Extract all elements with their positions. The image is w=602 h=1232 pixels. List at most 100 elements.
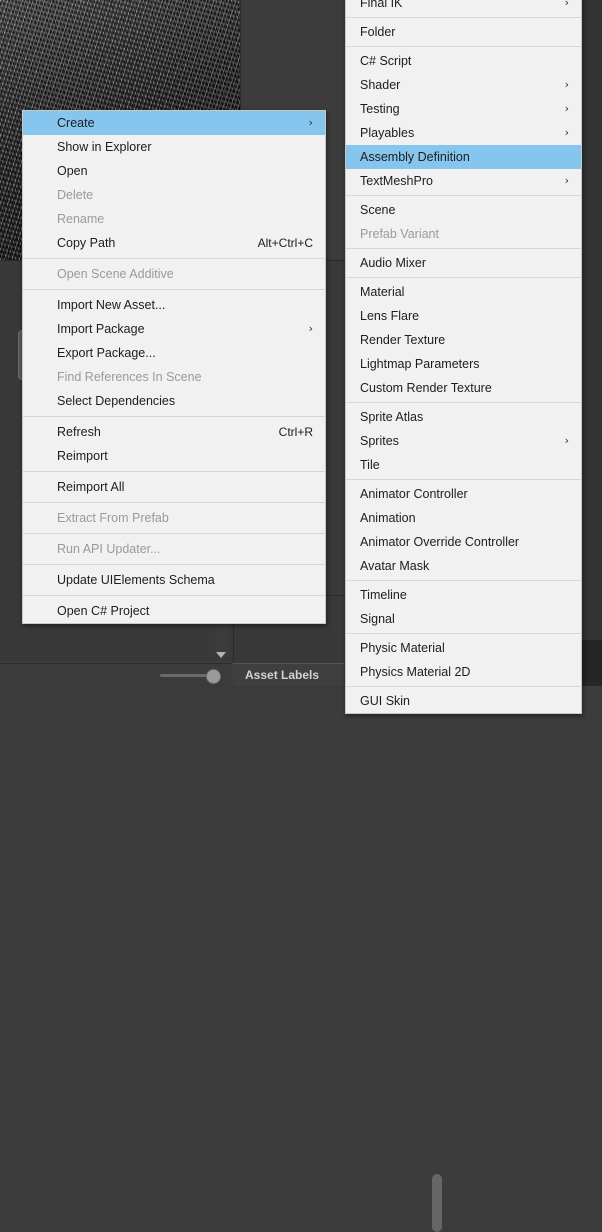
menu-item-extract-from-prefab: Extract From Prefab: [23, 506, 325, 530]
menu-item-label: Select Dependencies: [57, 394, 176, 408]
menu-separator: [346, 686, 581, 687]
menu-item-label: Shader: [360, 78, 401, 92]
create-item-folder[interactable]: Folder: [346, 20, 581, 44]
menu-item-import-package[interactable]: Import Package ›: [23, 317, 325, 341]
create-item-textmeshpro[interactable]: TextMeshPro ›: [346, 169, 581, 193]
create-item-sprites[interactable]: Sprites ›: [346, 429, 581, 453]
menu-item-label: Reimport: [57, 449, 108, 463]
menu-separator: [346, 17, 581, 18]
menu-separator: [23, 533, 325, 534]
menu-item-copy-path[interactable]: Copy Path Alt+Ctrl+C: [23, 231, 325, 255]
create-item-animator-override-controller[interactable]: Animator Override Controller: [346, 530, 581, 554]
menu-item-open-c-project[interactable]: Open C# Project: [23, 599, 325, 623]
menu-item-reimport-all[interactable]: Reimport All: [23, 475, 325, 499]
menu-separator: [23, 416, 325, 417]
menu-item-label: Extract From Prefab: [57, 511, 169, 525]
menu-item-find-references-in-scene: Find References In Scene: [23, 365, 325, 389]
menu-item-shortcut: Ctrl+R: [278, 425, 313, 439]
create-submenu[interactable]: Final IK › Folder C# Script Shader › Testing › P…: [345, 0, 582, 714]
menu-item-label: Physics Material 2D: [360, 665, 471, 679]
menu-item-label: Physic Material: [360, 641, 445, 655]
menu-item-label: Update UIElements Schema: [57, 573, 215, 587]
create-item-scene[interactable]: Scene: [346, 198, 581, 222]
create-item-tile[interactable]: Tile: [346, 453, 581, 477]
menu-item-label: Audio Mixer: [360, 256, 426, 270]
create-item-audio-mixer[interactable]: Audio Mixer: [346, 251, 581, 275]
menu-separator: [23, 258, 325, 259]
menu-item-label: Lens Flare: [360, 309, 420, 323]
create-item-timeline[interactable]: Timeline: [346, 583, 581, 607]
create-item-playables[interactable]: Playables ›: [346, 121, 581, 145]
create-item-signal[interactable]: Signal: [346, 607, 581, 631]
menu-separator: [23, 289, 325, 290]
create-item-sprite-atlas[interactable]: Sprite Atlas: [346, 405, 581, 429]
chevron-right-icon: ›: [564, 174, 569, 187]
menu-item-import-new-asset[interactable]: Import New Asset...: [23, 293, 325, 317]
create-item-avatar-mask[interactable]: Avatar Mask: [346, 554, 581, 578]
menu-item-refresh[interactable]: Refresh Ctrl+R: [23, 420, 325, 444]
menu-item-show-in-explorer[interactable]: Show in Explorer: [23, 135, 325, 159]
asset-labels-button[interactable]: Asset Labels: [233, 663, 344, 686]
right-dark-strip: [582, 0, 602, 640]
menu-item-label: Find References In Scene: [57, 370, 202, 384]
menu-item-label: GUI Skin: [360, 694, 411, 708]
menu-item-reimport[interactable]: Reimport: [23, 444, 325, 468]
create-item-animator-controller[interactable]: Animator Controller: [346, 482, 581, 506]
menu-separator: [23, 471, 325, 472]
menu-item-label: Playables: [360, 126, 415, 140]
menu-item-update-uielements-schema[interactable]: Update UIElements Schema: [23, 568, 325, 592]
create-item-lightmap-parameters[interactable]: Lightmap Parameters: [346, 352, 581, 376]
menu-item-label: Import New Asset...: [57, 298, 166, 312]
menu-separator: [346, 633, 581, 634]
menu-separator: [23, 564, 325, 565]
menu-item-label: Export Package...: [57, 346, 156, 360]
project-asset-context-menu[interactable]: Create › Show in Explorer Open Delete Rename C…: [22, 110, 326, 624]
menu-item-label: Copy Path: [57, 236, 116, 250]
menu-item-run-api-updater: Run API Updater...: [23, 537, 325, 561]
menu-item-open[interactable]: Open: [23, 159, 325, 183]
menu-item-select-dependencies[interactable]: Select Dependencies: [23, 389, 325, 413]
menu-item-delete: Delete: [23, 183, 325, 207]
menu-item-open-scene-additive: Open Scene Additive: [23, 262, 325, 286]
create-item-animation[interactable]: Animation: [346, 506, 581, 530]
menu-item-label: Sprites: [360, 434, 399, 448]
create-item-physics-material-2d[interactable]: Physics Material 2D: [346, 660, 581, 684]
project-vertical-scrollbar-thumb[interactable]: [432, 1174, 442, 1232]
menu-item-label: Animation: [360, 511, 416, 525]
create-item-testing[interactable]: Testing ›: [346, 97, 581, 121]
menu-item-label: Open: [57, 164, 88, 178]
chevron-right-icon: ›: [564, 126, 569, 139]
zoom-slider-knob[interactable]: [206, 669, 221, 684]
menu-item-label: Assembly Definition: [360, 150, 470, 164]
create-item-final-ik[interactable]: Final IK ›: [346, 0, 581, 15]
menu-item-label: Animator Controller: [360, 487, 468, 501]
menu-item-rename: Rename: [23, 207, 325, 231]
menu-item-export-package[interactable]: Export Package...: [23, 341, 325, 365]
menu-item-label: Show in Explorer: [57, 140, 152, 154]
create-item-render-texture[interactable]: Render Texture: [346, 328, 581, 352]
create-item-assembly-definition[interactable]: Assembly Definition: [346, 145, 581, 169]
menu-item-label: Reimport All: [57, 480, 125, 494]
create-item-gui-skin[interactable]: GUI Skin: [346, 689, 581, 713]
create-item-c-script[interactable]: C# Script: [346, 49, 581, 73]
menu-item-create[interactable]: Create ›: [23, 111, 325, 135]
menu-separator: [346, 580, 581, 581]
menu-item-label: Sprite Atlas: [360, 410, 424, 424]
chevron-right-icon: ›: [308, 322, 313, 335]
menu-separator: [346, 479, 581, 480]
menu-item-label: Folder: [360, 25, 396, 39]
menu-item-label: Lightmap Parameters: [360, 357, 480, 371]
create-item-lens-flare[interactable]: Lens Flare: [346, 304, 581, 328]
create-item-custom-render-texture[interactable]: Custom Render Texture: [346, 376, 581, 400]
chevron-right-icon: ›: [564, 78, 569, 91]
create-item-shader[interactable]: Shader ›: [346, 73, 581, 97]
create-item-material[interactable]: Material: [346, 280, 581, 304]
menu-item-label: Timeline: [360, 588, 407, 602]
scroll-down-arrow-icon[interactable]: [216, 652, 226, 658]
menu-separator: [346, 46, 581, 47]
create-item-prefab-variant: Prefab Variant: [346, 222, 581, 246]
create-item-physic-material[interactable]: Physic Material: [346, 636, 581, 660]
menu-item-label: C# Script: [360, 54, 412, 68]
menu-item-label: Open C# Project: [57, 604, 150, 618]
menu-item-label: Final IK: [360, 0, 403, 10]
